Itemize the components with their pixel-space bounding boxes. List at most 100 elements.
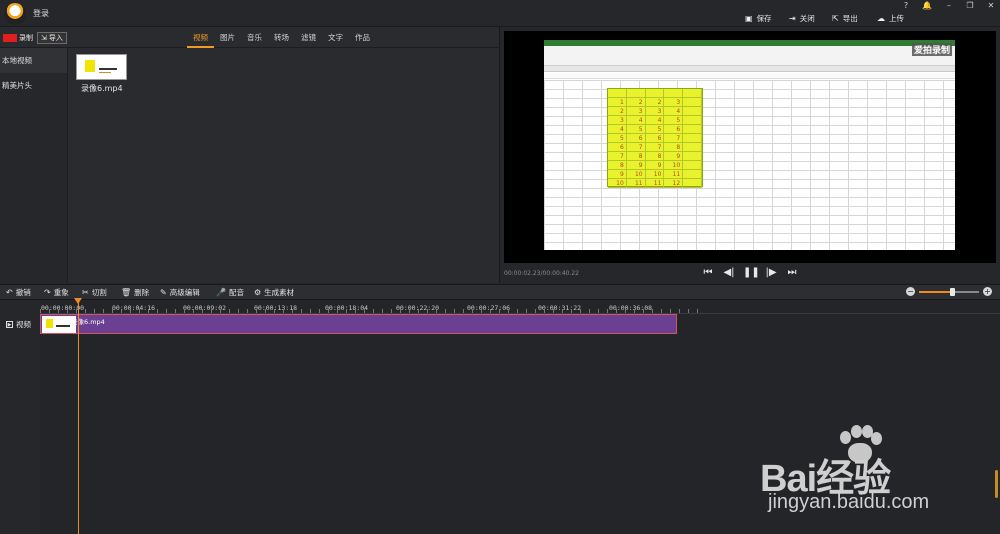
ruler-tick — [625, 309, 626, 313]
clip-thumbnail[interactable] — [76, 54, 127, 80]
record-icon — [3, 34, 17, 42]
voiceover-label: 配音 — [228, 288, 244, 297]
sheet-cell: 8 — [645, 152, 665, 161]
pause-icon[interactable]: ❚❚ — [743, 267, 760, 278]
playhead-handle[interactable] — [74, 298, 82, 304]
timeline-clip[interactable]: 录像6.mp4 — [40, 314, 677, 334]
tab-filter[interactable]: 滤镜 — [295, 27, 322, 48]
delete-label: 删除 — [134, 288, 150, 297]
ruler-tick — [211, 309, 212, 313]
step-forward-icon[interactable]: |▶ — [764, 267, 778, 278]
sheet-cell — [645, 89, 665, 98]
export-button[interactable]: ⇱ 导出 — [832, 13, 858, 24]
tab-image[interactable]: 图片 — [214, 27, 241, 48]
maximize-icon[interactable]: ❐ — [963, 1, 977, 10]
step-back-icon[interactable]: ◀| — [722, 267, 736, 278]
timeline-ruler[interactable]: 00:00:00:00 00:00:04:16 00:00:09:02 00:00:1… — [40, 300, 1000, 314]
cut-icon: ✂ — [82, 288, 89, 297]
close-button[interactable]: ⇥ 关闭 — [789, 13, 815, 24]
tab-transition[interactable]: 转场 — [268, 27, 295, 48]
zoom-slider[interactable] — [919, 288, 979, 296]
bell-icon[interactable]: 🔔 — [920, 1, 934, 10]
sheet-cell: 9 — [608, 170, 627, 179]
advanced-edit-button[interactable]: ✎ 高级编辑 — [160, 287, 200, 298]
minimize-icon[interactable]: – — [942, 1, 956, 10]
sheet-cell: 10 — [626, 170, 646, 179]
ruler-tick — [166, 309, 167, 313]
ruler-tick — [328, 309, 329, 313]
ruler-tick — [400, 309, 401, 313]
export-icon: ⇱ — [832, 14, 839, 23]
sheet-row: 1223 — [608, 98, 702, 107]
tab-text[interactable]: 文字 — [322, 27, 349, 48]
ruler-tick — [103, 309, 104, 313]
ruler-tick — [337, 309, 338, 313]
sheet-cell — [683, 107, 702, 116]
login-label[interactable]: 登录 — [33, 8, 49, 19]
ruler-tick — [526, 309, 527, 313]
sheet-row: 4556 — [608, 125, 702, 134]
timeline-scrollbar[interactable] — [995, 470, 998, 498]
sheet-cell: 3 — [626, 107, 646, 116]
generate-button[interactable]: ⚙ 生成素材 — [254, 287, 294, 298]
edit-icon: ✎ — [160, 288, 167, 297]
sheet-cell: 1 — [608, 98, 627, 107]
ruler-tick — [697, 309, 698, 313]
sheet-cell — [626, 89, 646, 98]
record-button[interactable]: 录制 — [3, 33, 33, 43]
zoom-in-icon[interactable]: + — [983, 287, 992, 296]
ruler-tick — [652, 309, 653, 313]
save-button[interactable]: ▣ 保存 — [745, 13, 772, 24]
clip-name[interactable]: 录像6.mp4 — [81, 83, 123, 94]
sheet-cell — [683, 170, 702, 179]
voiceover-button[interactable]: 🎤 配音 — [216, 287, 244, 298]
paw-toe-1 — [840, 431, 851, 444]
sheet-cell: 11 — [626, 179, 646, 188]
ruler-tick — [427, 309, 428, 313]
window-close-icon[interactable]: ✕ — [984, 1, 998, 10]
library-tabs: 视频 图片 音乐 转场 滤镜 文字 作品 — [187, 27, 376, 48]
undo-button[interactable]: ↶ 撤销 — [6, 287, 31, 298]
ruler-tick — [139, 309, 140, 313]
upload-button[interactable]: ☁ 上传 — [877, 13, 904, 24]
sheet-cell — [683, 116, 702, 125]
sheet-cell: 9 — [645, 161, 665, 170]
ruler-tick — [679, 309, 680, 313]
delete-icon: 🗑 — [121, 288, 132, 297]
tab-music[interactable]: 音乐 — [241, 27, 268, 48]
next-icon[interactable]: ⏭ — [785, 267, 799, 278]
sidebar-item-local-video[interactable]: 本地视频 — [0, 48, 67, 73]
delete-button[interactable]: 🗑 删除 — [121, 287, 149, 298]
redo-label: 重象 — [53, 288, 69, 297]
prev-icon[interactable]: ⏮ — [701, 267, 715, 278]
sheet-cell — [664, 89, 684, 98]
undo-icon: ↶ — [6, 288, 13, 297]
sheet-cell — [608, 89, 627, 98]
ruler-tick — [418, 309, 419, 313]
redo-button[interactable]: ↷ 重象 — [44, 287, 69, 298]
sheet-cell: 8 — [608, 161, 627, 170]
ruler-tick — [553, 309, 554, 313]
zoom-handle[interactable] — [950, 288, 955, 296]
tab-video[interactable]: 视频 — [187, 27, 214, 48]
generate-icon: ⚙ — [254, 288, 262, 297]
sheet-row: 5667 — [608, 134, 702, 143]
thumb-line — [99, 68, 117, 70]
generate-label: 生成素材 — [264, 288, 295, 297]
playhead[interactable] — [78, 300, 79, 534]
help-icon[interactable]: ? — [899, 1, 913, 10]
cut-button[interactable]: ✂ 切割 — [82, 287, 107, 298]
undo-label: 撤销 — [15, 288, 31, 297]
import-button[interactable]: ⇲ 导入 — [37, 32, 67, 44]
ruler-tick — [121, 309, 122, 313]
app-logo-avatar[interactable] — [4, 3, 26, 25]
ruler-tick — [94, 309, 95, 313]
ruler-tick — [445, 309, 446, 313]
ruler-tick-label: 00:00:13:18 — [254, 304, 298, 312]
sidebar-item-intro[interactable]: 精美片头 — [0, 73, 67, 98]
sheet-cell: 2 — [645, 98, 665, 107]
zoom-out-icon[interactable]: − — [906, 287, 915, 296]
sheet-grid — [544, 80, 955, 250]
tab-works[interactable]: 作品 — [349, 27, 376, 48]
advanced-edit-label: 高级编辑 — [169, 288, 200, 297]
